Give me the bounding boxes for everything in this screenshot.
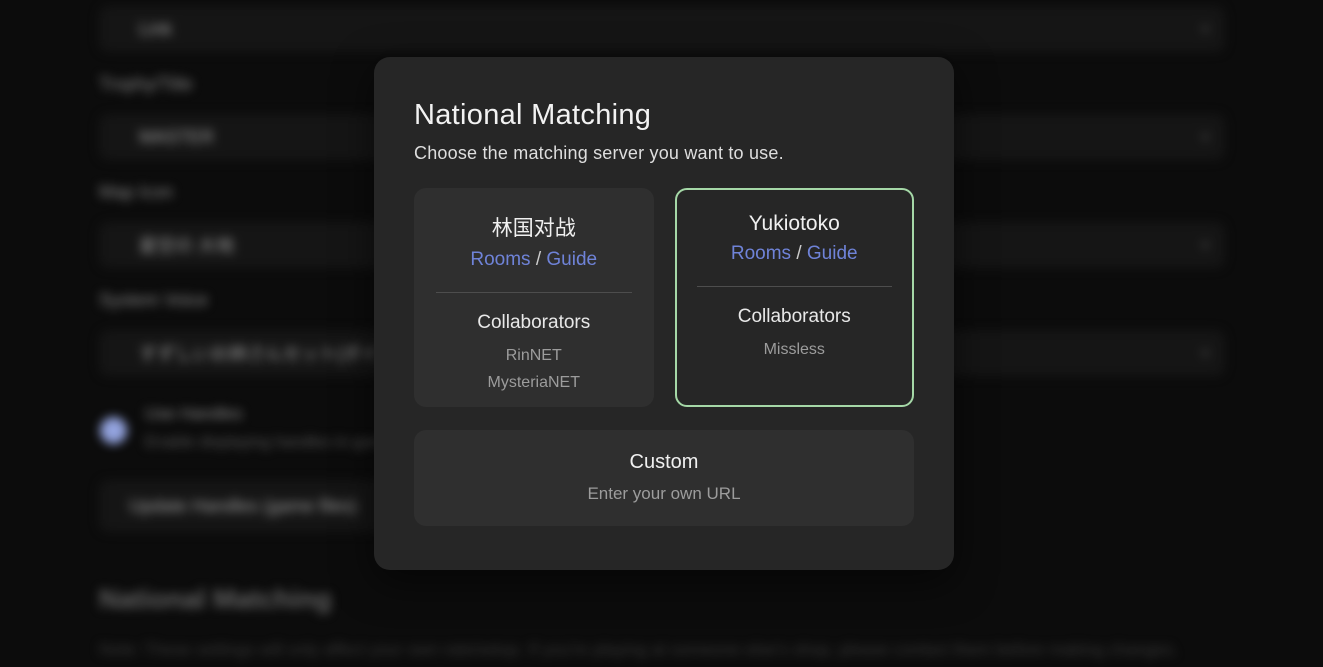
server-card-yukiotoko[interactable]: Yukiotoko Rooms / Guide Collaborators Mi… <box>675 188 915 407</box>
custom-card-subtitle: Enter your own URL <box>414 484 914 504</box>
collaborator: RinNET <box>416 342 652 369</box>
collaborators-list: RinNET MysteriaNET <box>416 342 652 396</box>
server-links: Rooms / Guide <box>416 249 652 271</box>
divider <box>436 292 632 293</box>
collaborators-list: Missless <box>677 336 913 363</box>
update-handles-button-label: Update Handles (game files) <box>129 496 357 517</box>
chevron-down-icon: ▾ <box>1201 344 1209 362</box>
server-name: Yukiotoko <box>677 212 913 236</box>
chevron-down-icon: ▾ <box>1201 20 1209 38</box>
links-separator: / <box>791 243 807 264</box>
server-card-linguo[interactable]: 林国对战 Rooms / Guide Collaborators RinNET … <box>414 188 654 407</box>
handles-checkbox-label: Use Handles <box>145 404 242 424</box>
custom-server-card[interactable]: Custom Enter your own URL <box>414 430 914 526</box>
section-heading: National Matching <box>99 584 332 615</box>
field-label-map-icon: Map Icon <box>99 182 173 203</box>
field-label-system-voice: System Voice <box>99 290 208 311</box>
server-options: 林国对战 Rooms / Guide Collaborators RinNET … <box>414 188 914 407</box>
dialog-subtitle: Choose the matching server you want to u… <box>414 143 914 164</box>
handles-checkbox[interactable] <box>100 417 127 444</box>
collaborators-label: Collaborators <box>677 306 913 328</box>
guide-link[interactable]: Guide <box>546 249 597 270</box>
dialog-title: National Matching <box>414 99 914 132</box>
national-matching-dialog: National Matching Choose the matching se… <box>374 57 954 570</box>
select-value: すずしいお姉さんセット(ボイス) <box>139 340 402 366</box>
chevron-down-icon: ▾ <box>1201 128 1209 146</box>
divider <box>697 286 893 287</box>
rooms-link[interactable]: Rooms <box>470 249 530 270</box>
field-label-trophy-title: Trophy/Title <box>99 74 193 95</box>
custom-card-title: Custom <box>414 451 914 474</box>
select-value: MASTER <box>139 127 214 148</box>
section-note: Note: These settings will only affect yo… <box>99 640 1225 660</box>
collaborator: Missless <box>677 336 913 363</box>
server-links: Rooms / Guide <box>677 243 913 265</box>
links-separator: / <box>531 249 547 270</box>
select-value: Link <box>139 19 172 40</box>
server-name: 林国对战 <box>416 212 652 242</box>
guide-link[interactable]: Guide <box>807 243 858 264</box>
collaborator: MysteriaNET <box>416 369 652 396</box>
rooms-link[interactable]: Rooms <box>731 243 791 264</box>
handles-checkbox-description: Enable displaying handles in-game <box>145 434 393 452</box>
chevron-down-icon: ▾ <box>1201 236 1209 254</box>
background-select-top[interactable]: Link ▾ <box>99 6 1225 52</box>
select-value: 星空の 大地 <box>139 232 234 258</box>
collaborators-label: Collaborators <box>416 312 652 334</box>
